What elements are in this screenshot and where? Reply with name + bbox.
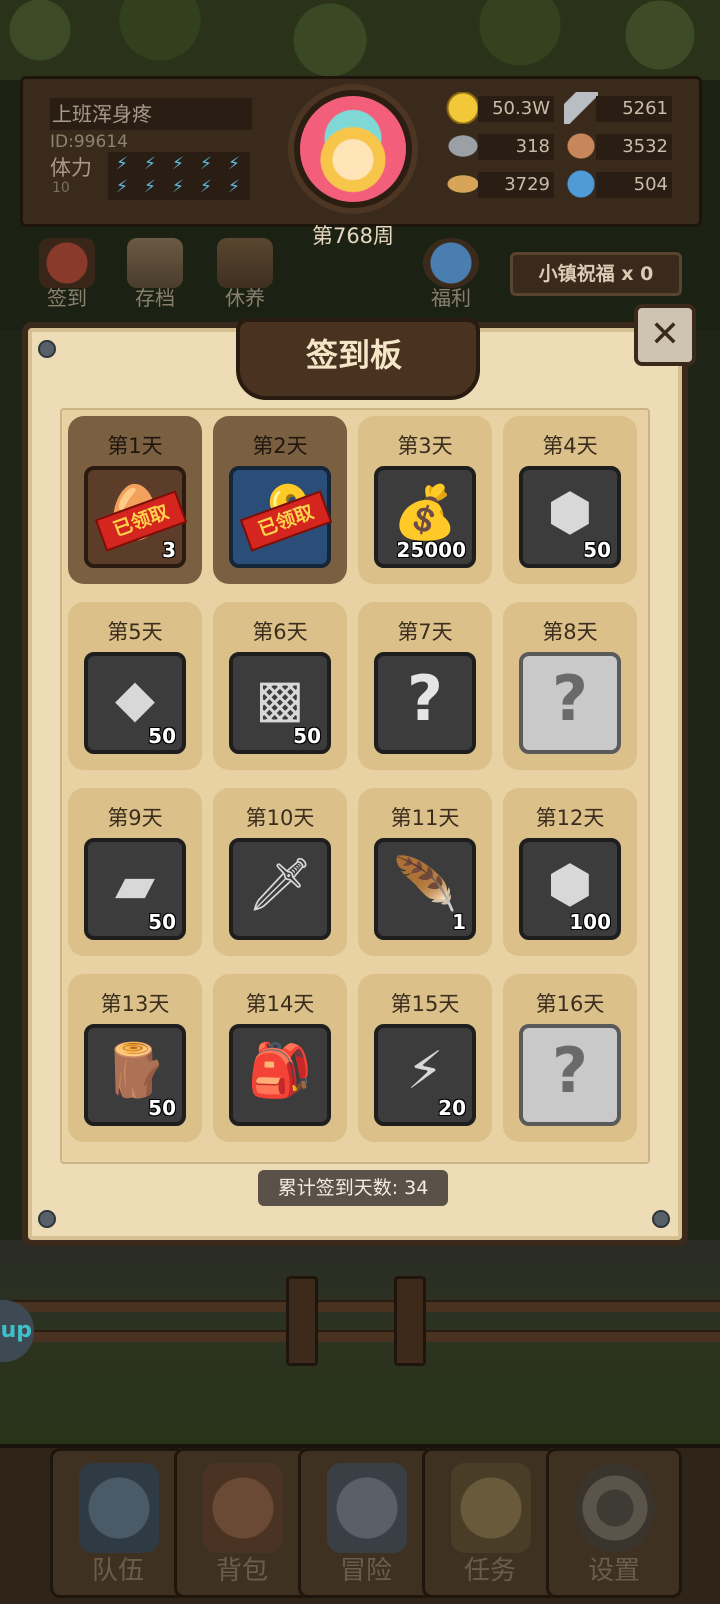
wood-log-icon (446, 168, 480, 200)
close-button[interactable]: ✕ (634, 304, 696, 366)
stamina-bolt-icon: ⚡ (144, 177, 156, 197)
wood-log-icon: 🪵 (102, 1041, 168, 1101)
resource-iron: 5261 (564, 92, 674, 124)
question-icon: ? (552, 1034, 588, 1107)
day-cell-14[interactable]: 第14天 🎒 (213, 974, 347, 1142)
day-cell-6[interactable]: 第6天 ▩ 50 (213, 602, 347, 770)
save-scroll-icon (127, 238, 183, 288)
sword-icon: 🗡 (247, 855, 314, 915)
feather-icon: 🪶 (392, 855, 458, 915)
stamina-label: 体力 (50, 156, 92, 180)
fence-decoration (0, 1276, 720, 1366)
close-icon: ✕ (649, 314, 681, 355)
day-cell-8[interactable]: 第8天 ? (503, 602, 637, 770)
day-cell-11[interactable]: 第11天 🪶 1 (358, 788, 492, 956)
day-cell-5[interactable]: 第5天 ◆ 50 (68, 602, 202, 770)
stone-icon: ◆ (115, 669, 155, 729)
stamina-bolt-icon: ⚡ (116, 154, 128, 174)
screw-icon (38, 1210, 56, 1228)
resource-crystal: 504 (564, 168, 674, 200)
resource-wood: 3729 (446, 168, 556, 200)
money-bag-icon: 💰 (392, 483, 458, 543)
question-icon: ? (407, 662, 443, 735)
rest-chest-icon (217, 238, 273, 288)
stamina-bolt-icon: ⚡ (172, 177, 184, 197)
screw-icon (38, 340, 56, 358)
backpack-icon (203, 1463, 283, 1553)
rest-button[interactable]: 休养 (210, 238, 280, 310)
day-cell-4[interactable]: 第4天 ⬢ 50 (503, 416, 637, 584)
day-cell-12[interactable]: 第12天 ⬢ 100 (503, 788, 637, 956)
nav-backpack[interactable]: 背包 (174, 1448, 310, 1598)
rune-stone-icon: ⚡ (406, 1041, 444, 1101)
day-cell-16[interactable]: 第16天 ? (503, 974, 637, 1142)
stamina-bolt-icon: ⚡ (172, 154, 184, 174)
player-id: ID:99614 (50, 132, 128, 152)
avatar[interactable] (300, 96, 406, 202)
resource-ore: 318 (446, 130, 556, 162)
save-button[interactable]: 存档 (120, 238, 190, 310)
stamina-bolt-icon: ⚡ (200, 177, 212, 197)
screw-icon (652, 1210, 670, 1228)
gear-icon (575, 1463, 655, 1553)
week-label: 第768周 (311, 224, 395, 248)
stamina-bolt-icon: ⚡ (228, 177, 240, 197)
player-name: 上班浑身疼 (50, 98, 252, 130)
day-cell-15[interactable]: 第15天 ⚡ 20 (358, 974, 492, 1142)
stamina-bolt-icon: ⚡ (116, 177, 128, 197)
total-signin-days: 累计签到天数: 34 (258, 1170, 448, 1206)
iron-bar-icon (564, 92, 598, 124)
stamina-bolt-icon: ⚡ (200, 154, 212, 174)
team-helmet-icon (79, 1463, 159, 1553)
leather-icon (564, 130, 598, 162)
day-cell-3[interactable]: 第3天 💰 25000 (358, 416, 492, 584)
nav-quest[interactable]: 任务 (422, 1448, 558, 1598)
iron-bar-icon: ▰ (115, 855, 155, 915)
crystal-icon (564, 168, 598, 200)
ore-icon (446, 130, 480, 162)
day-cell-2[interactable]: 第2天 🔑 已领取 (213, 416, 347, 584)
board-title: 签到板 (305, 336, 402, 374)
crossed-swords-icon (327, 1463, 407, 1553)
day-cell-1[interactable]: 第1天 🥚 3 已领取 (68, 416, 202, 584)
backpack-icon: 🎒 (247, 1041, 313, 1101)
quest-scroll-icon (451, 1463, 531, 1553)
day-cell-7[interactable]: 第7天 ? (358, 602, 492, 770)
nav-team[interactable]: 队伍 (50, 1448, 186, 1598)
day-cell-10[interactable]: 第10天 🗡 (213, 788, 347, 956)
stamina-value: 10 (52, 180, 70, 196)
nav-settings[interactable]: 设置 (546, 1448, 682, 1598)
leather-icon: ▩ (255, 669, 305, 729)
silver-ore-icon: ⬢ (547, 855, 593, 915)
signin-button[interactable]: 签到 (32, 238, 102, 310)
gold-coin-icon (446, 92, 480, 124)
resource-leather: 3532 (564, 130, 674, 162)
stamina-bolt-icon: ⚡ (228, 154, 240, 174)
resource-gold: 50.3W (446, 92, 556, 124)
welfare-button[interactable]: 福利 (416, 238, 486, 310)
silver-ore-icon: ⬢ (547, 483, 593, 543)
town-blessing-button[interactable]: 小镇祝福 x 0 (510, 252, 682, 296)
forest-background-top (0, 0, 720, 80)
day-cell-9[interactable]: 第9天 ▰ 50 (68, 788, 202, 956)
day-cell-13[interactable]: 第13天 🪵 50 (68, 974, 202, 1142)
welfare-wheel-icon (423, 238, 479, 288)
stamina-bar: ⚡ ⚡ ⚡ ⚡ ⚡ ⚡ ⚡ ⚡ ⚡ ⚡ (108, 152, 250, 200)
stamina-bolt-icon: ⚡ (144, 154, 156, 174)
signin-icon (39, 238, 95, 288)
nav-adventure[interactable]: 冒险 (298, 1448, 434, 1598)
question-icon: ? (552, 662, 588, 735)
